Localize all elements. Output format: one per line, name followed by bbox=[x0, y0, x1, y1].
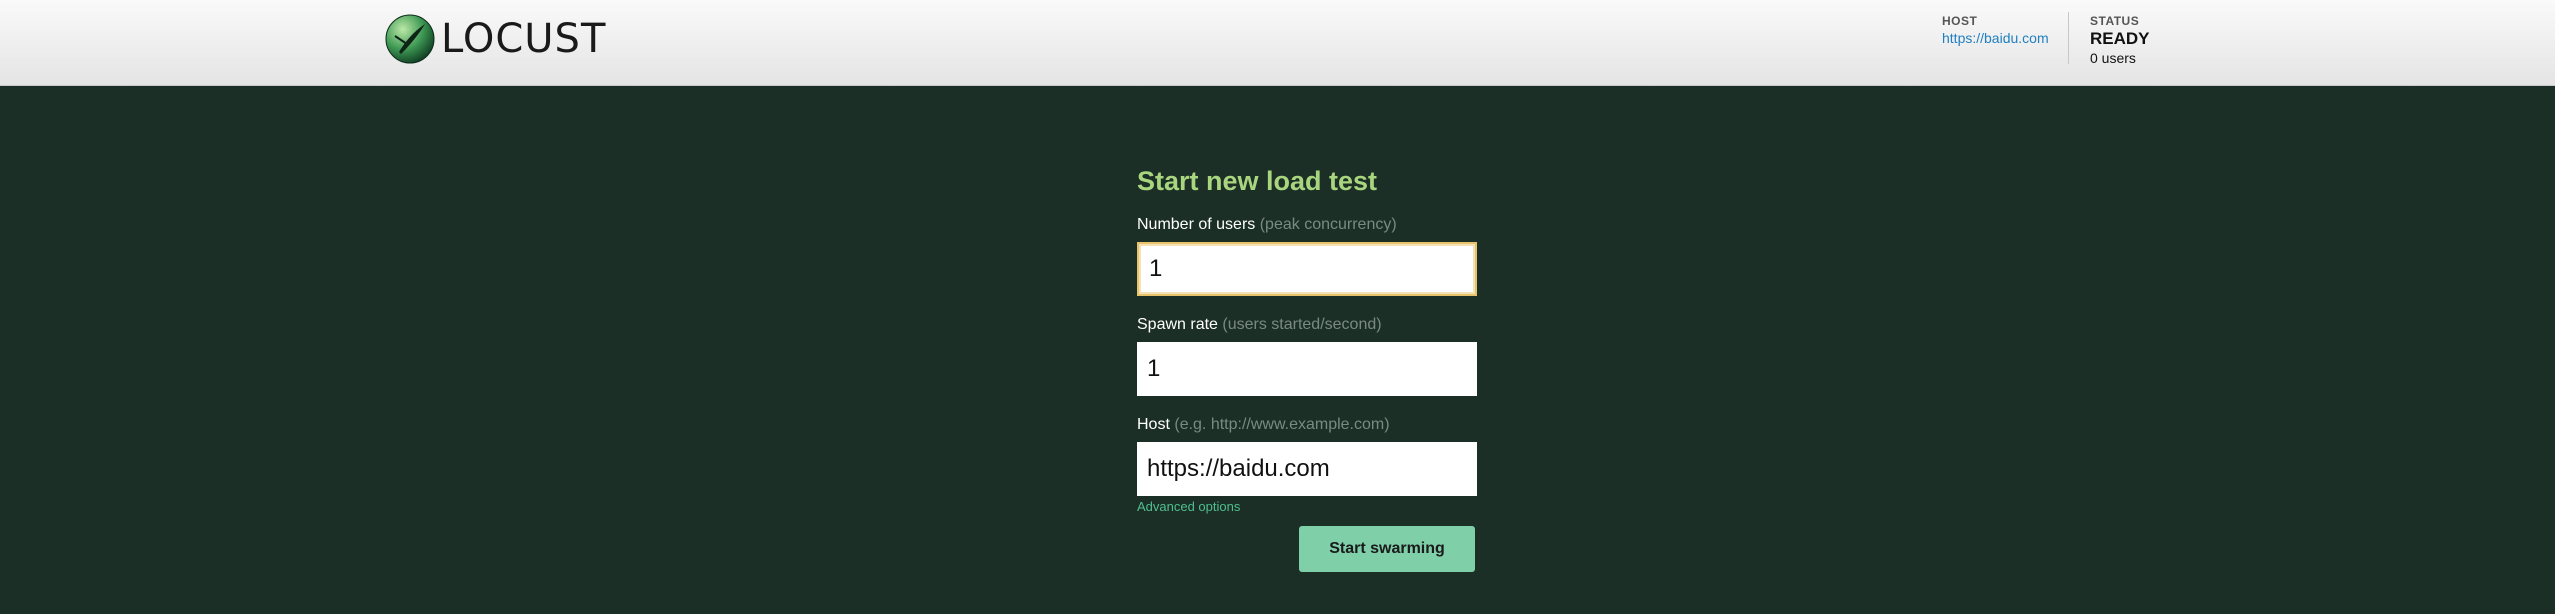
locust-logo-icon bbox=[385, 14, 435, 64]
host-label-text: Host bbox=[1137, 416, 1170, 433]
spawn-rate-label-text: Spawn rate bbox=[1137, 316, 1218, 333]
top-bar: LOCUST HOST https://baidu.com STATUS REA… bbox=[0, 0, 2555, 86]
user-count: 0 users bbox=[2090, 50, 2136, 66]
logo-text: LOCUST bbox=[441, 16, 607, 62]
host-label-hint: (e.g. http://www.example.com) bbox=[1174, 416, 1390, 433]
form-title: Start new load test bbox=[1137, 166, 1378, 196]
status-info: STATUS READY 0 users bbox=[2090, 14, 2150, 66]
host-field-label: Host (e.g. http://www.example.com) bbox=[1137, 416, 1477, 436]
status-label: STATUS bbox=[2090, 14, 2140, 28]
spawn-rate-input[interactable] bbox=[1137, 342, 1477, 396]
users-label-hint: (peak concurrency) bbox=[1259, 216, 1397, 233]
users-field-label: Number of users (peak concurrency) bbox=[1137, 216, 1477, 236]
spawn-rate-label-hint: (users started/second) bbox=[1222, 316, 1382, 333]
users-input[interactable] bbox=[1137, 242, 1477, 296]
start-test-form: Start new load test Number of users (pea… bbox=[1137, 166, 1477, 572]
users-label-text: Number of users bbox=[1137, 216, 1256, 233]
advanced-options-link[interactable]: Advanced options bbox=[1137, 499, 1477, 515]
host-info: HOST https://baidu.com bbox=[1942, 14, 2049, 46]
header-divider bbox=[2068, 12, 2069, 64]
host-link[interactable]: https://baidu.com bbox=[1942, 30, 2049, 46]
locust-logo[interactable]: LOCUST bbox=[385, 14, 606, 64]
spawn-rate-field-label: Spawn rate (users started/second) bbox=[1137, 316, 1477, 336]
start-swarming-button[interactable]: Start swarming bbox=[1299, 526, 1475, 572]
host-label: HOST bbox=[1942, 14, 1978, 28]
host-input[interactable] bbox=[1137, 442, 1477, 496]
status-state: READY bbox=[2090, 29, 2150, 48]
